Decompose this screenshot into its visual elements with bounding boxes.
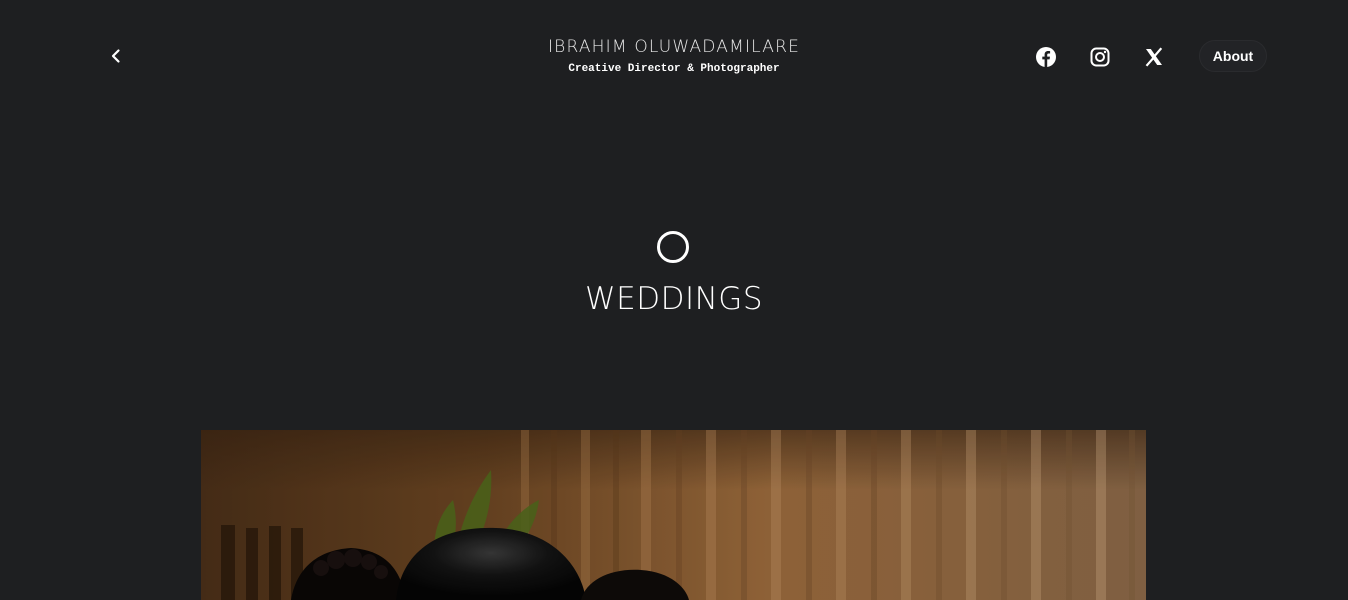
x-icon	[1145, 47, 1163, 67]
ring-icon	[657, 231, 689, 263]
facebook-icon	[1036, 47, 1056, 67]
gallery-title: WEDDINGS	[584, 281, 763, 317]
x-link[interactable]	[1139, 42, 1169, 72]
instagram-link[interactable]	[1085, 42, 1115, 72]
page: IBRAHIM OLUWADAMILARE Creative Director …	[0, 0, 1348, 600]
instagram-icon	[1090, 47, 1110, 67]
about-button[interactable]: About	[1199, 40, 1267, 72]
facebook-link[interactable]	[1031, 42, 1061, 72]
wedding-photo[interactable]	[201, 430, 1146, 600]
